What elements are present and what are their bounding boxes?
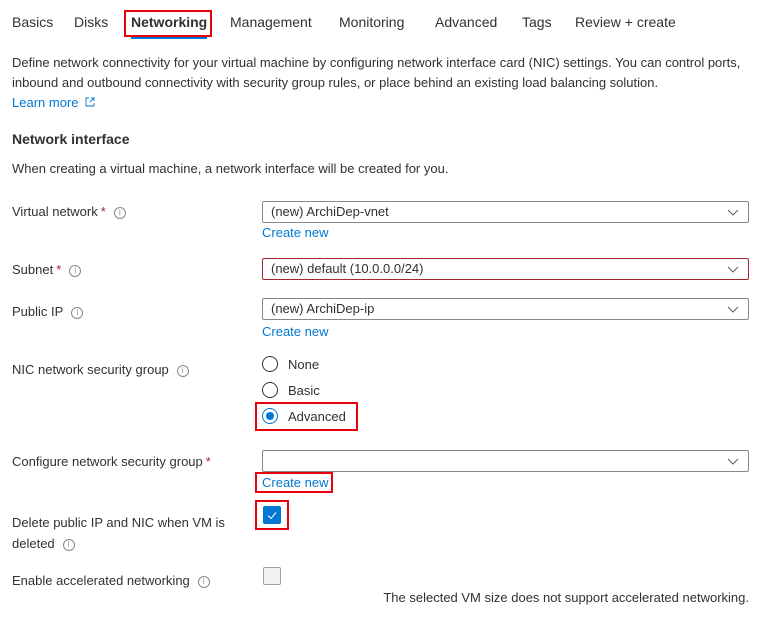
subnet-label-text: Subnet bbox=[12, 262, 54, 277]
section-title: Network interface bbox=[12, 131, 130, 147]
tab-advanced[interactable]: Advanced bbox=[435, 14, 497, 30]
nic-nsg-radio-none[interactable]: None bbox=[262, 356, 319, 372]
external-link-icon bbox=[85, 97, 95, 107]
info-icon[interactable]: i bbox=[71, 307, 84, 319]
nic-nsg-label-text: NIC network security group bbox=[12, 362, 169, 377]
public-ip-select[interactable]: (new) ArchiDep-ip bbox=[262, 298, 749, 320]
accelerated-networking-label: Enable accelerated networking i bbox=[12, 573, 210, 588]
radio-label: Basic bbox=[288, 382, 320, 398]
required-marker: * bbox=[100, 204, 106, 219]
radio-label: None bbox=[288, 356, 320, 372]
highlight-box-networking-tab bbox=[124, 10, 212, 37]
required-marker: * bbox=[56, 262, 62, 277]
nic-nsg-label: NIC network security group i bbox=[12, 362, 189, 377]
info-icon[interactable]: i bbox=[62, 539, 75, 551]
info-icon[interactable]: i bbox=[113, 207, 126, 219]
tab-basics[interactable]: Basics bbox=[12, 14, 53, 30]
intro-text: Define network connectivity for your vir… bbox=[12, 55, 741, 90]
virtual-network-label-text: Virtual network bbox=[12, 204, 98, 219]
highlight-box-advanced-radio bbox=[255, 402, 358, 431]
virtual-network-label: Virtual network * i bbox=[12, 204, 126, 219]
public-ip-create-new-link[interactable]: Create new bbox=[262, 324, 328, 339]
configure-nsg-label: Configure network security group * bbox=[12, 454, 211, 469]
info-icon[interactable]: i bbox=[176, 365, 189, 377]
chevron-down-icon bbox=[728, 306, 738, 313]
accelerated-networking-label-text: Enable accelerated networking bbox=[12, 573, 190, 588]
radio-circle[interactable] bbox=[262, 382, 278, 398]
tab-tags[interactable]: Tags bbox=[522, 14, 552, 30]
info-icon[interactable]: i bbox=[69, 265, 82, 277]
learn-more-link[interactable]: Learn more bbox=[12, 95, 95, 110]
accelerated-networking-note: The selected VM size does not support ac… bbox=[383, 590, 749, 605]
chevron-down-icon bbox=[728, 209, 738, 216]
configure-nsg-select[interactable] bbox=[262, 450, 749, 472]
learn-more-label: Learn more bbox=[12, 95, 79, 110]
highlight-box-delete-checkbox bbox=[255, 500, 289, 530]
public-ip-value: (new) ArchiDep-ip bbox=[271, 301, 375, 316]
info-icon[interactable]: i bbox=[197, 576, 210, 588]
radio-circle[interactable] bbox=[262, 356, 278, 372]
intro-description: Define network connectivity for your vir… bbox=[12, 53, 757, 113]
subnet-select[interactable]: (new) default (10.0.0.0/24) bbox=[262, 258, 749, 280]
virtual-network-select[interactable]: (new) ArchiDep-vnet bbox=[262, 201, 749, 223]
tab-management[interactable]: Management bbox=[230, 14, 312, 30]
nic-nsg-radio-basic[interactable]: Basic bbox=[262, 382, 320, 398]
chevron-down-icon bbox=[728, 458, 738, 465]
section-description: When creating a virtual machine, a netwo… bbox=[12, 161, 449, 176]
public-ip-label-text: Public IP bbox=[12, 304, 64, 319]
subnet-label: Subnet * i bbox=[12, 262, 82, 277]
subnet-value: (new) default (10.0.0.0/24) bbox=[271, 261, 424, 276]
public-ip-label: Public IP i bbox=[12, 304, 84, 319]
tab-disks[interactable]: Disks bbox=[74, 14, 108, 30]
highlight-box-create-new bbox=[255, 472, 333, 493]
delete-ip-nic-label: Delete public IP and NIC when VM is dele… bbox=[12, 512, 225, 554]
virtual-network-value: (new) ArchiDep-vnet bbox=[271, 204, 389, 219]
tab-review-create[interactable]: Review + create bbox=[575, 14, 676, 30]
accelerated-networking-checkbox[interactable] bbox=[263, 567, 281, 585]
chevron-down-icon bbox=[728, 266, 738, 273]
required-marker: * bbox=[205, 454, 211, 469]
delete-ip-nic-label-line2: deleted bbox=[12, 536, 55, 551]
active-tab-indicator bbox=[131, 37, 207, 39]
delete-ip-nic-label-line1: Delete public IP and NIC when VM is bbox=[12, 515, 225, 530]
virtual-network-create-new-link[interactable]: Create new bbox=[262, 225, 328, 240]
tab-monitoring[interactable]: Monitoring bbox=[339, 14, 404, 30]
configure-nsg-label-text: Configure network security group bbox=[12, 454, 203, 469]
